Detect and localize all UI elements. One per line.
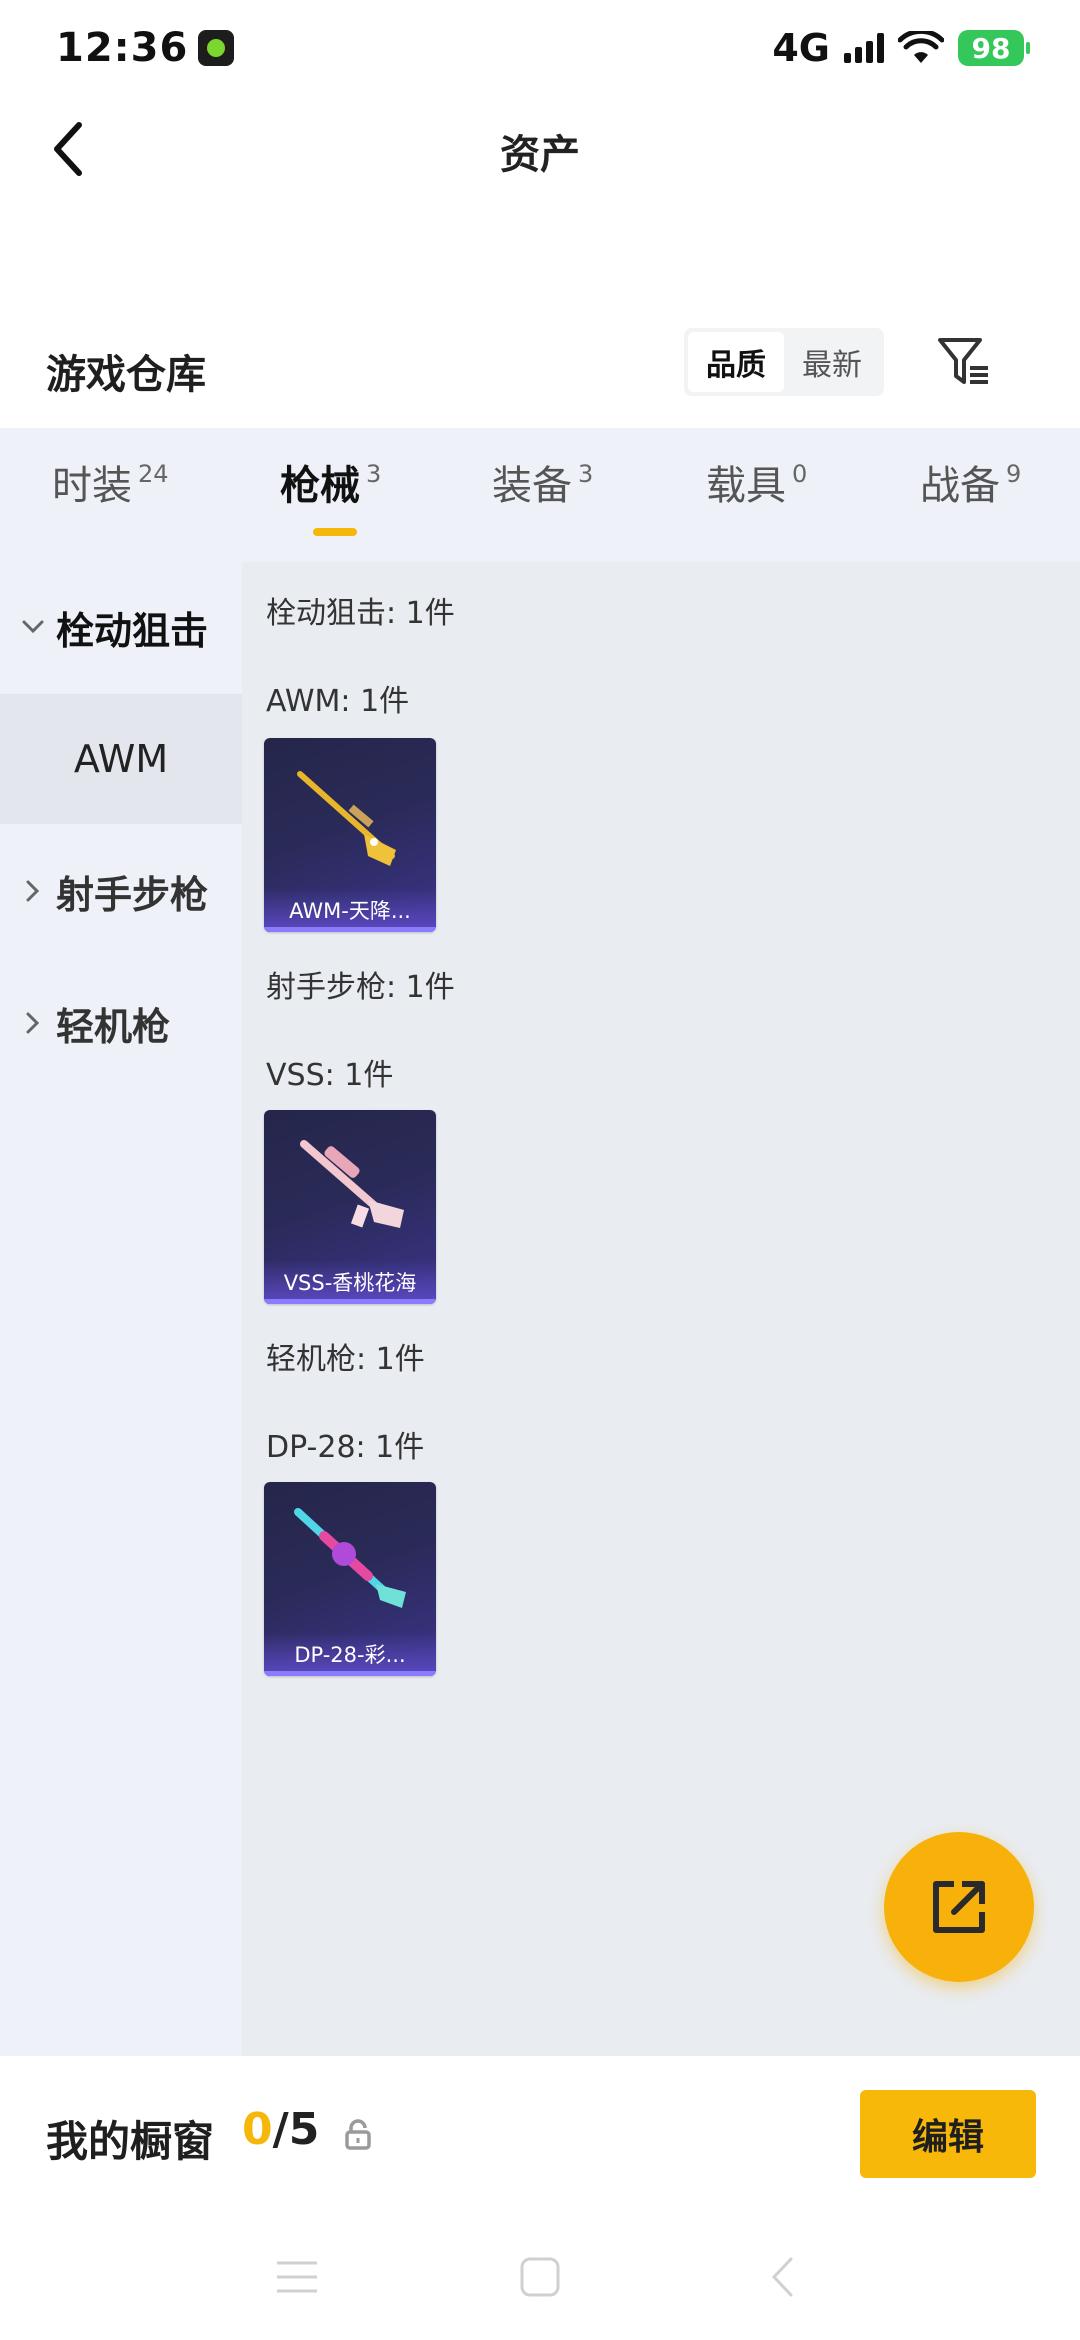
tab-count: 3 bbox=[366, 460, 382, 488]
tab-equipment[interactable]: 装备 3 bbox=[492, 462, 593, 532]
tab-label: 载具 bbox=[706, 463, 786, 509]
wifi-icon bbox=[898, 31, 944, 63]
tab-battle-gear[interactable]: 战备 9 bbox=[920, 462, 1021, 532]
sidebar: 栓动狙击 AWM 射手步枪 轻机枪 bbox=[0, 562, 242, 2056]
status-bar: 12:36 4G 98 bbox=[0, 0, 1080, 96]
subcategory-count-label: VSS: 1件 bbox=[266, 1058, 394, 1093]
lock-icon[interactable] bbox=[344, 2118, 372, 2150]
card-accent-line bbox=[264, 927, 436, 932]
category-count-label: 射手步枪: 1件 bbox=[266, 970, 455, 1005]
sidebar-item-awm[interactable]: AWM bbox=[0, 694, 242, 824]
battery-icon: 98 bbox=[958, 30, 1030, 66]
tab-label: 枪械 bbox=[280, 463, 360, 509]
chevron-left-icon bbox=[54, 122, 82, 176]
signal-icon bbox=[844, 33, 884, 63]
page-title: 资产 bbox=[500, 132, 580, 178]
status-left: 12:36 bbox=[56, 25, 235, 71]
menu-icon[interactable] bbox=[272, 2252, 322, 2302]
tab-count: 3 bbox=[578, 460, 594, 488]
sidebar-item-marksman-rifle[interactable]: 射手步枪 bbox=[0, 826, 242, 956]
category-tabs: 时装 24 枪械 3 装备 3 载具 0 战备 9 bbox=[0, 428, 1080, 562]
status-time: 12:36 bbox=[56, 25, 189, 71]
share-button[interactable] bbox=[884, 1832, 1034, 1982]
network-type: 4G bbox=[772, 26, 830, 70]
sidebar-item-label: AWM bbox=[73, 737, 169, 781]
tab-count: 0 bbox=[792, 460, 808, 488]
tab-fashion[interactable]: 时装 24 bbox=[52, 462, 169, 532]
rainbow-machine-gun-icon bbox=[294, 1508, 406, 1608]
sidebar-item-light-machine-gun[interactable]: 轻机枪 bbox=[0, 958, 242, 1088]
item-card-dp28[interactable]: DP-28-彩... bbox=[264, 1482, 436, 1676]
chevron-right-icon bbox=[20, 1012, 46, 1034]
sidebar-item-label: 轻机枪 bbox=[56, 1004, 171, 1049]
sort-newest-option[interactable]: 最新 bbox=[784, 332, 880, 392]
subcategory-count-label: DP-28: 1件 bbox=[266, 1430, 425, 1465]
sidebar-item-label: 射手步枪 bbox=[56, 872, 209, 917]
subcategory-count-label: AWM: 1件 bbox=[266, 684, 410, 719]
warehouse-header: 游戏仓库 品质 最新 bbox=[0, 316, 1080, 426]
app-notification-icon bbox=[198, 30, 235, 66]
card-accent-line bbox=[264, 1671, 436, 1676]
chevron-down-icon bbox=[20, 620, 46, 634]
gold-sniper-rifle-icon bbox=[297, 771, 396, 866]
showcase-total: /5 bbox=[272, 2104, 320, 2155]
sidebar-item-label: 栓动狙击 bbox=[56, 608, 209, 653]
share-external-icon bbox=[933, 1881, 985, 1933]
card-accent-line bbox=[264, 1299, 436, 1304]
item-name: AWM-天降... bbox=[264, 888, 436, 932]
item-card-vss[interactable]: VSS-香桃花海 bbox=[264, 1110, 436, 1304]
showcase-used: 0 bbox=[242, 2104, 273, 2155]
tab-count: 9 bbox=[1006, 460, 1022, 488]
sort-quality-option[interactable]: 品质 bbox=[688, 332, 784, 392]
tab-label: 时装 bbox=[52, 463, 132, 509]
nav-bar: 资产 bbox=[0, 96, 1080, 206]
chevron-right-icon bbox=[20, 880, 46, 902]
tab-label: 装备 bbox=[492, 463, 572, 509]
showcase-bar: 我的橱窗 0/5 编辑 bbox=[0, 2056, 1080, 2216]
warehouse-title: 游戏仓库 bbox=[46, 352, 206, 398]
filter-list-icon bbox=[938, 338, 988, 384]
sidebar-item-bolt-action-sniper[interactable]: 栓动狙击 bbox=[0, 562, 242, 692]
showcase-label: 我的橱窗 bbox=[46, 2117, 215, 2166]
tab-count: 24 bbox=[138, 460, 169, 488]
category-count-label: 栓动狙击: 1件 bbox=[266, 596, 455, 631]
system-nav-bar bbox=[0, 2216, 1080, 2340]
status-right: 4G 98 bbox=[772, 26, 1030, 70]
item-name: DP-28-彩... bbox=[264, 1632, 436, 1676]
filter-button[interactable] bbox=[932, 330, 996, 394]
back-icon[interactable] bbox=[758, 2252, 808, 2302]
item-name: VSS-香桃花海 bbox=[264, 1260, 436, 1304]
category-count-label: 轻机枪: 1件 bbox=[266, 1342, 425, 1377]
tab-guns[interactable]: 枪械 3 bbox=[280, 462, 381, 532]
edit-button[interactable]: 编辑 bbox=[860, 2090, 1036, 2178]
active-tab-indicator bbox=[313, 528, 357, 536]
tab-vehicles[interactable]: 载具 0 bbox=[706, 462, 807, 532]
tab-label: 战备 bbox=[920, 463, 1000, 509]
back-button[interactable] bbox=[34, 114, 104, 184]
home-icon[interactable] bbox=[515, 2252, 565, 2302]
item-card-awm[interactable]: AWM-天降... bbox=[264, 738, 436, 932]
pink-rifle-icon bbox=[300, 1140, 404, 1228]
showcase-count: 0/5 bbox=[242, 2104, 319, 2155]
sort-toggle: 品质 最新 bbox=[684, 328, 884, 396]
